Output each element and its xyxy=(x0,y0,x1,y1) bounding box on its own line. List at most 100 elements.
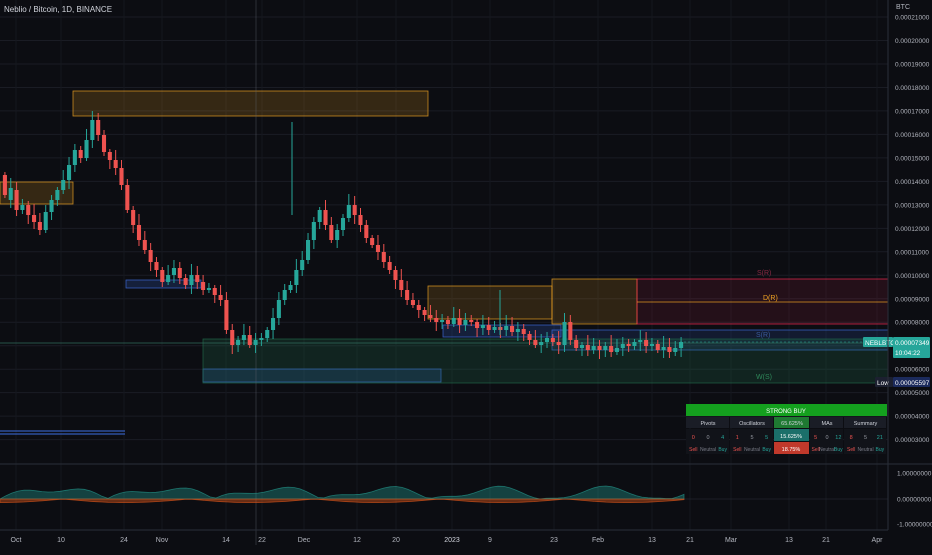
candle-body xyxy=(183,278,188,285)
candle-body xyxy=(271,318,276,330)
candle-body xyxy=(673,348,678,352)
candle-body xyxy=(55,190,60,200)
candle-body xyxy=(457,318,462,325)
candle-body xyxy=(26,205,31,215)
y-tick-label: 0.00021000 xyxy=(895,15,930,22)
candle-body xyxy=(364,225,369,238)
candle-body xyxy=(550,338,555,342)
candle-body xyxy=(294,270,299,285)
candle-body xyxy=(84,140,89,158)
candle-body xyxy=(591,346,596,350)
strong-buy-label: STRONG BUY xyxy=(766,409,806,415)
ta-count: 0 xyxy=(825,435,828,441)
chart-canvas[interactable]: S(R) D(R) S(R) W(S) 0.00021000 0.00020000 0.00… xyxy=(0,0,932,550)
y-tick-label: 0.00020000 xyxy=(895,38,930,45)
x-tick-label: 24 xyxy=(120,537,128,544)
candle-body xyxy=(131,210,136,225)
demand-zone-jan xyxy=(442,324,562,338)
candle-body xyxy=(609,346,614,352)
candle-body xyxy=(358,215,363,225)
candle-body xyxy=(288,285,293,290)
candle-body xyxy=(597,346,602,350)
ta-header-label: Oscillators xyxy=(739,421,765,427)
symbol-label: NEBLBTC xyxy=(865,340,895,347)
ta-count: 8 xyxy=(850,435,853,441)
candle-body xyxy=(305,240,311,260)
candle-body xyxy=(486,325,491,330)
x-tick-label: 22 xyxy=(258,537,266,544)
candle-body xyxy=(667,347,672,352)
y-tick-label: 0.00012000 xyxy=(895,226,930,233)
candle-body xyxy=(247,335,252,345)
ta-count: 0 xyxy=(692,435,695,441)
price-chart[interactable]: S(R) D(R) S(R) W(S) 0.00021000 0.00020000 0.00… xyxy=(0,0,932,550)
ta-count: 5 xyxy=(765,435,768,441)
ta-header-label: Pivots xyxy=(701,421,716,427)
candle-body xyxy=(416,305,421,310)
candle-body xyxy=(632,342,637,346)
ta-count: 5 xyxy=(864,435,867,441)
ta-label: Neutral xyxy=(744,447,760,453)
x-tick-label: 20 xyxy=(392,537,400,544)
osc-y-tick-label: 1.00000000 xyxy=(897,471,932,478)
candle-body xyxy=(32,215,37,222)
y-tick-label: 0.00017000 xyxy=(895,108,930,115)
candle-body xyxy=(544,338,550,342)
candle-body xyxy=(375,245,381,252)
y-tick-label: 0.00016000 xyxy=(895,132,930,139)
axis-unit-label: BTC xyxy=(896,4,910,11)
zone-label: W(S) xyxy=(756,374,772,381)
candle-body xyxy=(649,344,654,346)
candle-body xyxy=(107,152,112,160)
candle-body xyxy=(387,262,392,270)
ta-header-label: 65.625% xyxy=(781,421,803,427)
candle-body xyxy=(434,318,439,322)
candle-body xyxy=(177,268,182,278)
candle-body xyxy=(119,168,124,185)
candle-body xyxy=(428,315,433,318)
ta-count: 0 xyxy=(706,435,709,441)
candle-body xyxy=(352,205,357,215)
candle-body xyxy=(527,334,532,340)
x-tick-label: 9 xyxy=(488,537,492,544)
x-tick-label: Dec xyxy=(298,537,311,544)
candle-body xyxy=(585,345,590,350)
candle-body xyxy=(113,160,118,168)
candle-body xyxy=(189,275,194,285)
candle-body xyxy=(346,205,351,218)
ta-count: 5 xyxy=(814,435,817,441)
ta-label: Sell xyxy=(733,447,741,453)
candle-body xyxy=(405,290,410,300)
candle-body xyxy=(49,200,54,212)
candle-body xyxy=(381,252,386,262)
candle-body xyxy=(195,275,200,282)
candle-body xyxy=(638,340,643,342)
candle-body xyxy=(125,185,130,210)
x-tick-label: 23 xyxy=(550,537,558,544)
candle-body xyxy=(282,290,287,300)
osc-pct-sell-label: 18.75% xyxy=(782,447,801,453)
candle-body xyxy=(644,340,649,346)
candle-body xyxy=(317,210,322,222)
candle-body xyxy=(393,270,398,280)
candle-body xyxy=(212,288,217,295)
ta-label: Sell xyxy=(847,447,855,453)
candle-body xyxy=(323,210,328,225)
candle-body xyxy=(230,330,235,345)
ta-count: 12 xyxy=(835,435,841,441)
candle-body xyxy=(510,326,515,332)
candle-body xyxy=(679,342,684,348)
low-tag-label: Low xyxy=(877,380,889,387)
y-tick-label: 0.00006000 xyxy=(895,367,930,374)
x-tick-label: Feb xyxy=(592,537,604,544)
candle-body xyxy=(259,338,264,340)
candle-body xyxy=(533,340,538,345)
y-tick-label: 0.00005000 xyxy=(895,390,930,397)
candle-body xyxy=(422,310,427,315)
osc-y-tick-label: 0.00000000 xyxy=(897,497,932,504)
osc-pct-label: 15.625% xyxy=(780,434,802,440)
candle-body xyxy=(160,270,165,282)
ta-label: Neutral xyxy=(857,447,873,453)
candle-body xyxy=(655,344,660,350)
ta-label: Buy xyxy=(718,447,727,453)
